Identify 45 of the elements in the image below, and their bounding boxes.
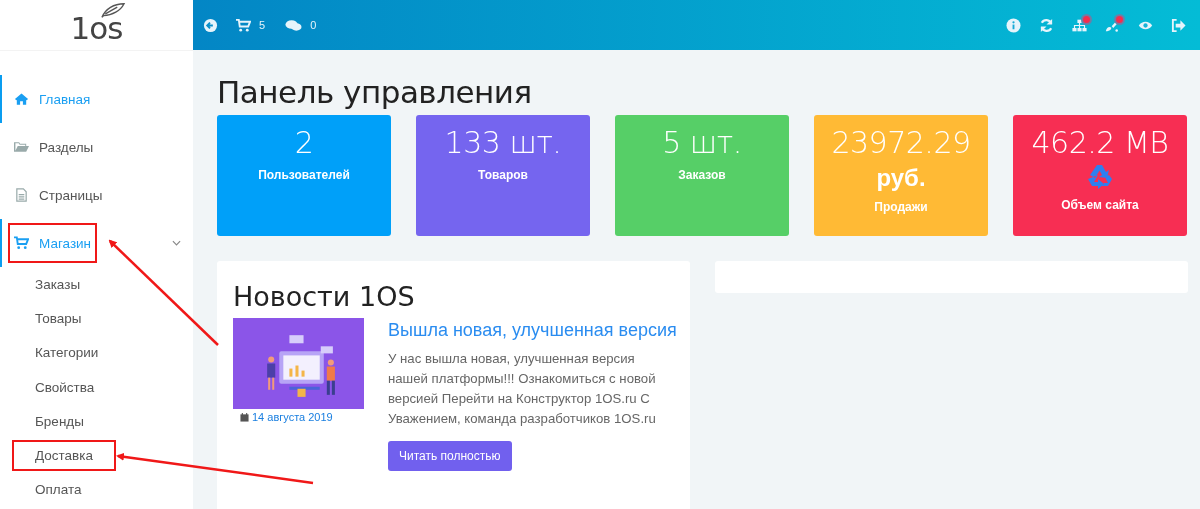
logout-icon[interactable] — [1171, 17, 1186, 33]
news-title: Новости 1OS — [233, 281, 416, 312]
submenu-item[interactable]: Категории — [12, 337, 122, 369]
submenu-item[interactable]: Доставка — [12, 440, 116, 472]
stat-unit: руб. — [876, 164, 926, 192]
file-icon — [14, 188, 29, 202]
comments-icon[interactable] — [285, 17, 303, 33]
submenu-item[interactable]: Бренды — [12, 405, 107, 437]
submenu-item[interactable]: Свойства — [12, 371, 118, 403]
page-title: Панель управления — [217, 74, 533, 110]
logo[interactable]: 1os — [70, 4, 123, 46]
notification-dot — [1081, 13, 1092, 25]
read-more-button[interactable]: Читать полностью — [388, 441, 512, 471]
stat-label: Объем сайта — [1061, 198, 1139, 212]
stat-label: Продажи — [874, 200, 928, 214]
back-icon[interactable] — [203, 17, 218, 33]
stat-label: Пользователей — [258, 168, 350, 182]
sitemap-icon[interactable] — [1072, 17, 1087, 33]
recycle-icon — [1085, 162, 1115, 190]
news-text: У нас вышла новая, улучшенная версия нашей платформы!!! Ознакомиться с новой версией Перейти на Конструктор 1OS.ru С Уважением, команда разработчиков 1OS.ru — [388, 350, 657, 428]
notification-dot — [1114, 13, 1125, 25]
submenu-item[interactable]: Товары — [12, 302, 105, 334]
comments-count: 0 — [310, 19, 317, 31]
date-text: 14 августа 2019 — [252, 411, 333, 423]
info-icon[interactable] — [1006, 17, 1021, 33]
sidebar-item[interactable]: Разделы — [8, 127, 100, 167]
stat-label: Заказов — [678, 168, 726, 182]
stat-value: 2 — [294, 125, 314, 160]
refresh-icon[interactable] — [1039, 17, 1054, 33]
submenu-item[interactable]: Оплата — [12, 474, 105, 506]
cart-icon — [14, 236, 29, 250]
stat-value: 5 шт. — [662, 125, 742, 160]
cart-count: 5 — [259, 19, 266, 31]
stat-value: 462.2 MB — [1031, 125, 1169, 160]
stat-label: Товаров — [478, 168, 528, 182]
submenu-item[interactable]: Заказы — [12, 268, 104, 300]
folder-icon — [14, 140, 29, 154]
calendar-icon — [240, 412, 249, 422]
cart-icon[interactable] — [236, 17, 251, 33]
sidebar-item[interactable]: Страницы — [8, 175, 109, 215]
stat-value: 23972.29 — [831, 125, 971, 160]
leaf-icon — [100, 2, 127, 19]
stat-value: 133 шт. — [444, 125, 562, 160]
chevron-icon[interactable] — [172, 240, 181, 246]
home-icon — [14, 92, 29, 106]
